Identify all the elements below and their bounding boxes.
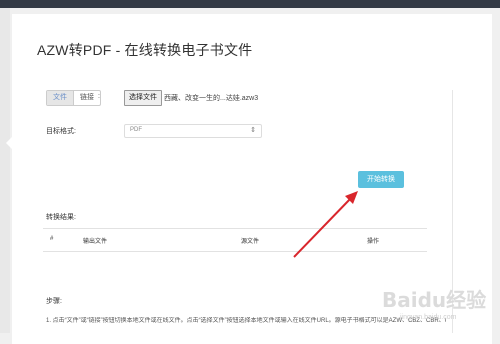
col-source-file: 源文件 <box>241 239 260 245</box>
results-table-header: # 输出文件 源文件 操作 <box>43 229 427 252</box>
chevron-updown-icon: ⇕ <box>250 127 256 134</box>
target-format-value: PDF <box>130 127 142 133</box>
selected-file-name: 西藏、改变一生的...达娃.azw3 <box>164 95 259 102</box>
source-mode-toggle: 文件 链接 <box>46 90 101 106</box>
top-nav-bar <box>0 0 500 8</box>
target-format-select[interactable]: PDF ⇕ <box>124 124 262 138</box>
watermark-logo: Baidu经验 <box>382 288 487 312</box>
target-format-label: 目标格式: <box>46 128 76 135</box>
tab-file[interactable]: 文件 <box>47 91 73 105</box>
col-actions: 操作 <box>367 239 380 245</box>
watermark-url: jingyan.baidu.com <box>400 314 457 321</box>
col-index: # <box>50 236 54 242</box>
results-label: 转换结果: <box>46 214 76 221</box>
col-output-file: 输出文件 <box>83 239 108 245</box>
side-panel-edge <box>0 8 10 333</box>
page-title: AZW转PDF - 在线转换电子书文件 <box>37 42 253 58</box>
choose-file-button[interactable]: 选择文件 <box>124 90 162 106</box>
source-colon: : <box>98 93 100 100</box>
step-1-text: 1. 点击“文件”或“链接”按钮切换本地文件或在线文件。点击“选择文件”按钮选择… <box>46 318 446 324</box>
tab-link[interactable]: 链接 <box>73 91 100 105</box>
steps-label: 步骤: <box>46 298 62 305</box>
start-convert-button[interactable]: 开始转换 <box>358 171 404 188</box>
results-table: # 输出文件 源文件 操作 <box>43 228 427 252</box>
